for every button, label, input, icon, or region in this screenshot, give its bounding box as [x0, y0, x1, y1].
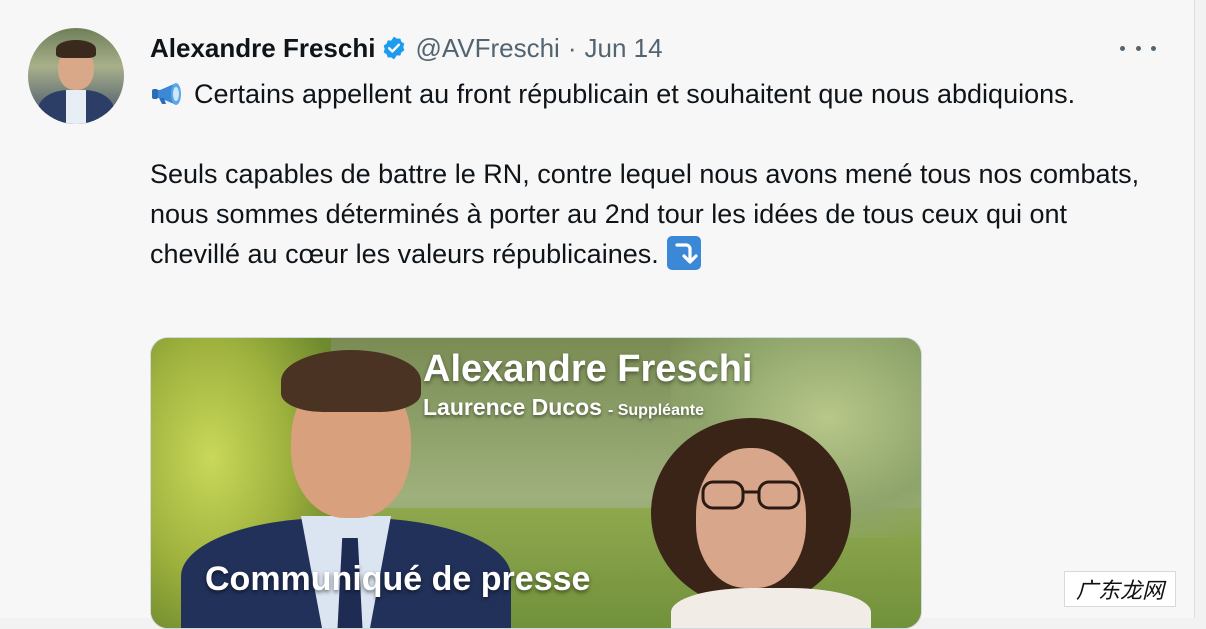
tweet-date[interactable]: Jun 14: [585, 33, 663, 64]
tweet-text: Certains appellent au front républicain …: [150, 74, 1150, 274]
megaphone-icon: [150, 77, 186, 105]
photo-woman-body: [671, 588, 871, 628]
more-dot: [1120, 45, 1125, 51]
photo-woman-face: [696, 448, 806, 588]
media-title: Alexandre Freschi: [423, 348, 753, 390]
tweet-line-2: Seuls capables de battre le RN, contre l…: [150, 159, 1140, 269]
photo-man-hair: [281, 350, 421, 412]
more-options-icon[interactable]: [1120, 36, 1156, 60]
tweet-header: Alexandre Freschi @AVFreschi · Jun 14: [150, 30, 663, 66]
arrow-down-icon: [666, 236, 701, 270]
media-subtitle-role: - Suppléante: [607, 402, 704, 419]
header-separator: ·: [567, 32, 577, 63]
avatar-shirt: [66, 90, 86, 124]
media-subtitle: Laurence Ducos - Suppléante: [423, 394, 704, 421]
photo-woman-glasses: [701, 480, 801, 510]
author-name[interactable]: Alexandre Freschi: [150, 33, 375, 64]
media-image[interactable]: Alexandre Freschi Laurence Ducos - Supplé…: [150, 337, 922, 629]
more-dot: [1151, 45, 1156, 51]
avatar-hair: [56, 40, 96, 58]
media-subtitle-name: Laurence Ducos: [423, 394, 602, 420]
author-handle[interactable]: @AVFreschi: [415, 33, 559, 64]
tweet-paragraph-2: Seuls capables de battre le RN, contre l…: [150, 154, 1150, 274]
media-caption: Communiqué de presse: [205, 560, 591, 598]
more-dot: [1135, 45, 1141, 51]
tweet-paragraph-1: Certains appellent au front républicain …: [150, 74, 1150, 114]
tweet-line-1: Certains appellent au front républicain …: [194, 79, 1076, 109]
verified-badge-icon: [381, 35, 407, 61]
site-watermark: 广东龙网: [1064, 571, 1176, 607]
author-avatar[interactable]: [28, 28, 124, 124]
tweet-card[interactable]: Alexandre Freschi @AVFreschi · Jun 14 Ce…: [0, 0, 1195, 629]
